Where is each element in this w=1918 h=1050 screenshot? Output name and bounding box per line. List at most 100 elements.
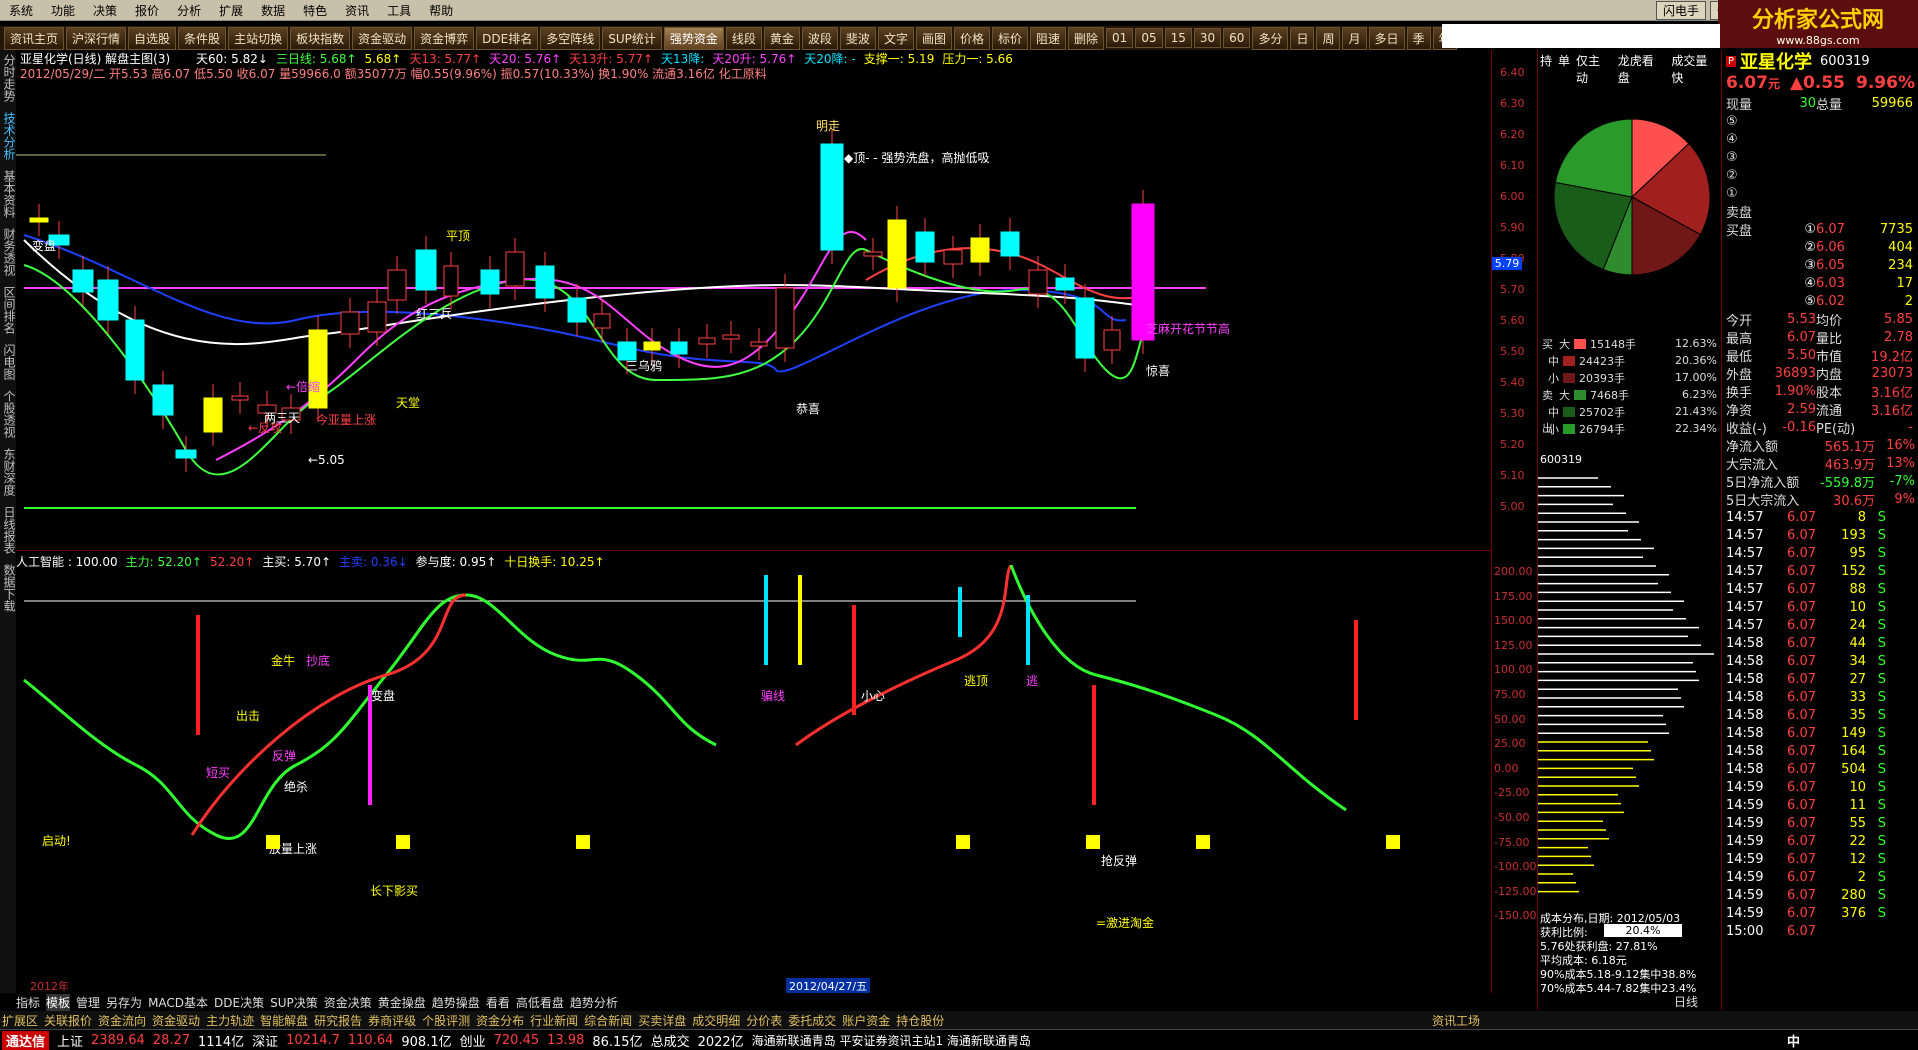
toolbar-button-17[interactable]: 画图 — [915, 26, 952, 50]
panel-tab-3[interactable]: 龙虎看盘 — [1618, 52, 1666, 86]
toolbar-button-8[interactable]: DDE排名 — [476, 26, 539, 50]
nav-tab-12[interactable]: 买卖详盘 — [638, 1012, 686, 1029]
order-row: 卖大 7468手 6.23% — [1538, 386, 1721, 403]
toolbar-button-14[interactable]: 波段 — [801, 26, 838, 50]
toolbar-button-20[interactable]: 阻速 — [1030, 26, 1067, 50]
toolbar-button-7[interactable]: 资金博弈 — [414, 26, 475, 50]
nav-tab-13[interactable]: 成交明细 — [692, 1012, 740, 1029]
menu-item-10[interactable]: 帮助 — [420, 2, 462, 19]
menu-item-2[interactable]: 决策 — [84, 2, 126, 19]
menu-item-6[interactable]: 数据 — [252, 2, 294, 19]
template-tab-5[interactable]: DDE决策 — [214, 994, 264, 1011]
toolbar-button-22[interactable]: 01 — [1106, 28, 1134, 48]
template-tab-3[interactable]: 另存为 — [106, 994, 142, 1011]
y-tick-label: 6.00 — [1500, 190, 1525, 203]
panel-tab-1[interactable]: 单 — [1558, 52, 1570, 86]
toolbar-button-11[interactable]: 强势资金 — [663, 26, 724, 50]
toolbar-button-4[interactable]: 主站切换 — [228, 26, 289, 50]
toolbar-button-27[interactable]: 多分 — [1252, 26, 1289, 50]
panel-tab-2[interactable]: 仅主动 — [1576, 52, 1612, 86]
toolbar-button-5[interactable]: 板块指数 — [290, 26, 351, 50]
toolbar-button-2[interactable]: 自选股 — [128, 26, 177, 50]
menu-item-4[interactable]: 分析 — [168, 2, 210, 19]
nav-tab-5[interactable]: 智能解盘 — [260, 1012, 308, 1029]
template-tab-6[interactable]: SUP决策 — [270, 994, 318, 1011]
toolbar-button-1[interactable]: 沪深行情 — [66, 26, 127, 50]
template-tab-4[interactable]: MACD基本 — [148, 994, 208, 1011]
toolbar-button-24[interactable]: 15 — [1164, 28, 1192, 48]
nav-tab-6[interactable]: 研究报告 — [314, 1012, 362, 1029]
toolbar-button-6[interactable]: 资金驱动 — [352, 26, 413, 50]
panel-tab-0[interactable]: 持 — [1540, 52, 1552, 86]
sub-indicator-chart[interactable]: 金牛 抄底变盘出击反弹绝杀启动!短买放量上涨长下影买骗线 小心逃顶 逃抢反弹=激进淘金 — [16, 565, 1491, 995]
template-tab-0[interactable]: 指标 — [16, 994, 40, 1011]
panel-tab-4[interactable]: 成交量快 — [1671, 52, 1719, 86]
search-input[interactable] — [1442, 24, 1720, 48]
toolbar-button-3[interactable]: 条件股 — [178, 26, 227, 50]
toolbar-button-13[interactable]: 黄金 — [763, 26, 800, 50]
menu-item-8[interactable]: 资讯 — [336, 2, 378, 19]
tick-row: 14:59 6.07 12 S — [1722, 850, 1918, 868]
menu-right-button-0[interactable]: 闪电手 — [1655, 0, 1706, 20]
template-tab-7[interactable]: 资金决策 — [324, 994, 372, 1011]
nav-tab-1[interactable]: 关联报价 — [44, 1012, 92, 1029]
template-tab-10[interactable]: 看看 — [486, 994, 510, 1011]
nav-tab-8[interactable]: 个股评测 — [422, 1012, 470, 1029]
main-kline-chart[interactable]: 明走◆顶- - 强势洗盘，高抛低吸平顶红三兵变盘三乌鸦←倍缩两三天←反攻今亚量上… — [16, 80, 1491, 590]
nav-tab-3[interactable]: 资金驱动 — [152, 1012, 200, 1029]
toolbar-button-16[interactable]: 文字 — [877, 26, 914, 50]
ime-indicator[interactable]: 中 — [1787, 1031, 1918, 1050]
nav-tab-0[interactable]: 扩展区 — [2, 1012, 38, 1029]
toolbar-button-26[interactable]: 60 — [1223, 28, 1251, 48]
toolbar-button-25[interactable]: 30 — [1193, 28, 1222, 48]
nav-tab-11[interactable]: 综合新闻 — [584, 1012, 632, 1029]
order-size-label: 大 — [1559, 337, 1570, 351]
toolbar-button-28[interactable]: 日 — [1290, 26, 1315, 50]
toolbar-button-18[interactable]: 价格 — [953, 26, 990, 50]
order-pct: 6.23% — [1682, 388, 1717, 401]
toolbar-button-30[interactable]: 月 — [1342, 26, 1367, 50]
template-tab-11[interactable]: 高低看盘 — [516, 994, 564, 1011]
nav-tab-9[interactable]: 资金分布 — [476, 1012, 524, 1029]
toolbar-button-12[interactable]: 线段 — [725, 26, 762, 50]
template-tab-12[interactable]: 趋势分析 — [570, 994, 618, 1011]
nav-tab-4[interactable]: 主力轨迹 — [206, 1012, 254, 1029]
toolbar-button-9[interactable]: 多空阵线 — [540, 26, 601, 50]
toolbar-button-19[interactable]: 标价 — [991, 26, 1028, 50]
template-tab-8[interactable]: 黄金操盘 — [378, 994, 426, 1011]
nav-tab-14[interactable]: 分价表 — [746, 1012, 782, 1029]
sz-change: 110.64 — [347, 1032, 394, 1048]
stat-row-cell: 5.50 — [1787, 347, 1816, 363]
template-tab-2[interactable]: 管理 — [76, 994, 100, 1011]
menu-item-5[interactable]: 扩展 — [210, 2, 252, 19]
tick-cell: 6.07 — [1787, 869, 1816, 885]
sell-level-row-cell: ① — [1726, 185, 1738, 201]
toolbar-button-15[interactable]: 斐波 — [839, 26, 876, 50]
toolbar-button-10[interactable]: SUP统计 — [602, 26, 662, 50]
order-row: 中 24423手 20.36% — [1538, 352, 1721, 369]
nav-tab-17[interactable]: 持仓股份 — [896, 1012, 944, 1029]
toolbar-button-0[interactable]: 资讯主页 — [4, 26, 65, 50]
menu-item-0[interactable]: 系统 — [0, 2, 42, 19]
template-tab-9[interactable]: 趋势操盘 — [432, 994, 480, 1011]
nav-tab-15[interactable]: 委托成交 — [788, 1012, 836, 1029]
toolbar-button-29[interactable]: 周 — [1316, 26, 1341, 50]
menu-item-9[interactable]: 工具 — [378, 2, 420, 19]
order-swatch — [1563, 355, 1575, 366]
chart-annotation: 平顶 — [446, 229, 470, 243]
nav-tab-10[interactable]: 行业新闻 — [530, 1012, 578, 1029]
nav-tab-16[interactable]: 账户资金 — [842, 1012, 890, 1029]
flow-pct: -7% — [1889, 473, 1915, 489]
nav-tab-7[interactable]: 券商评级 — [368, 1012, 416, 1029]
current-price-tag: 5.79 — [1492, 257, 1522, 270]
template-tab-1[interactable]: 模板 — [46, 993, 71, 1011]
menu-item-3[interactable]: 报价 — [126, 2, 168, 19]
nav-tab-2[interactable]: 资金流向 — [98, 1012, 146, 1029]
toolbar-button-31[interactable]: 多日 — [1368, 26, 1405, 50]
menu-item-1[interactable]: 功能 — [42, 2, 84, 19]
nav-right-tab[interactable]: 资讯工场 — [1432, 1012, 1918, 1029]
toolbar-button-21[interactable]: 删除 — [1068, 26, 1105, 50]
toolbar-button-23[interactable]: 05 — [1135, 28, 1163, 48]
toolbar-button-32[interactable]: 季 — [1406, 26, 1431, 50]
menu-item-7[interactable]: 特色 — [294, 2, 336, 19]
